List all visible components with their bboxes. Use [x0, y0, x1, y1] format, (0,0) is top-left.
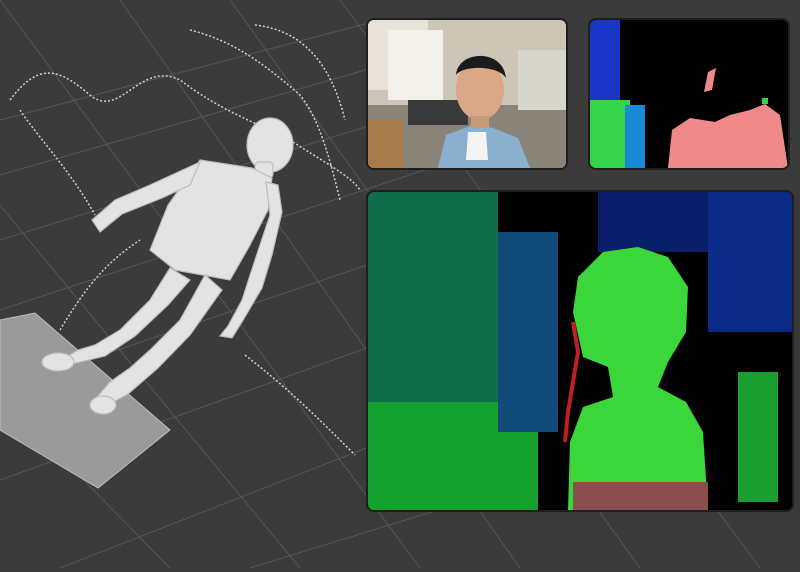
depth-overlay-panel [366, 190, 794, 512]
floor-plane [0, 312, 171, 489]
rgb-camera-panel [366, 18, 568, 170]
segmentation-mask-icon [590, 20, 788, 168]
depth-overlay-icon [368, 192, 792, 510]
camera-feed-icon [368, 20, 566, 168]
segmentation-panel [588, 18, 790, 170]
